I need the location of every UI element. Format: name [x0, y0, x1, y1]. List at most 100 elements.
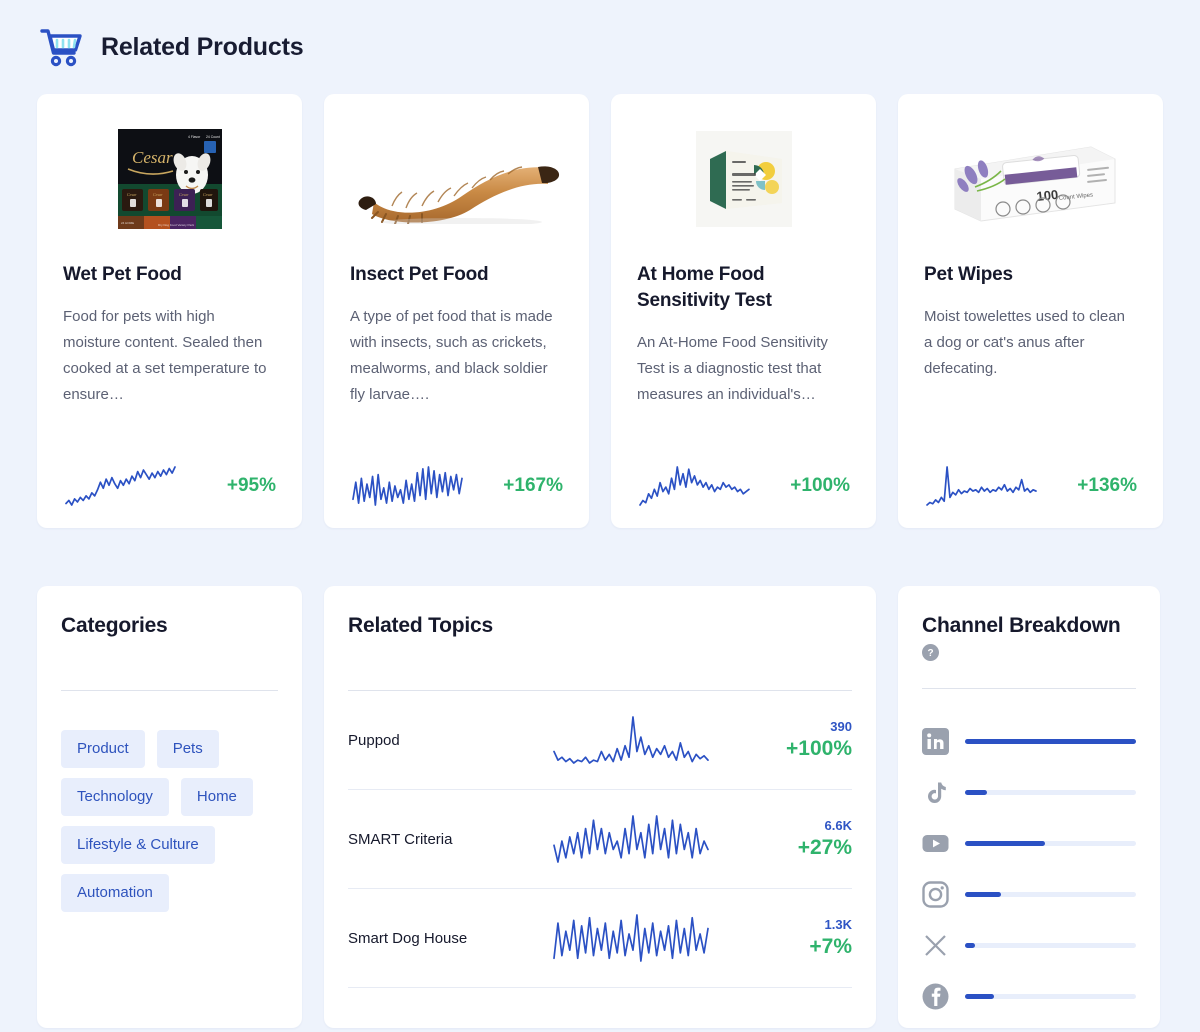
page-title: Related Products	[101, 33, 303, 62]
channel-bar-fill	[965, 943, 975, 948]
channel-bar-track	[965, 739, 1136, 744]
topic-name: SMART Criteria	[348, 831, 518, 848]
instagram-icon	[922, 881, 949, 908]
topic-sparkline	[551, 714, 711, 766]
related-topics-title: Related Topics	[348, 614, 852, 638]
product-stats: +95%	[63, 464, 276, 508]
category-tag-automation[interactable]: Automation	[61, 874, 169, 912]
product-growth: +136%	[1077, 475, 1137, 497]
topic-name: Puppod	[348, 732, 518, 749]
product-sparkline	[637, 464, 752, 508]
product-title: Wet Pet Food	[63, 262, 276, 288]
pet-wipes-pack-image: 100 Count Wipes	[941, 129, 1121, 229]
category-tag-product[interactable]: Product	[61, 730, 145, 768]
categories-panel: Categories Product Pets Technology Home …	[37, 586, 302, 1028]
categories-title: Categories	[61, 614, 278, 638]
channel-bar-track	[965, 994, 1136, 999]
topic-row[interactable]: Puppod 390 +100%	[348, 691, 852, 790]
tiktok-icon	[922, 779, 949, 806]
topic-sparkline	[551, 912, 711, 964]
topic-figures: 6.6K +27%	[744, 817, 852, 861]
x-twitter-icon	[922, 932, 949, 959]
channel-bar-track	[965, 841, 1136, 846]
product-card[interactable]: Insect Pet Food A type of pet food that …	[324, 94, 589, 528]
channel-row-youtube[interactable]	[922, 830, 1136, 857]
product-card[interactable]: At Home Food Sensitivity Test An At-Home…	[611, 94, 876, 528]
product-image-pet-wipes: 100 Count Wipes	[924, 118, 1137, 240]
product-stats: +167%	[350, 464, 563, 508]
categories-divider	[61, 690, 278, 691]
topic-name: Smart Dog House	[348, 930, 518, 947]
related-products-page: Related Products Cesar	[0, 0, 1200, 1032]
product-card[interactable]: 100 Count Wipes Pet Wipes Moist towelett…	[898, 94, 1163, 528]
category-tag-technology[interactable]: Technology	[61, 778, 169, 816]
product-description: Food for pets with high moisture content…	[63, 304, 276, 408]
topic-growth: +7%	[744, 934, 852, 960]
category-tag-list: Product Pets Technology Home Lifestyle &…	[61, 730, 278, 912]
svg-text:?: ?	[927, 648, 933, 659]
topic-volume: 390	[744, 718, 852, 736]
channel-bar-fill	[965, 994, 994, 999]
topic-figures: 1.3K +7%	[744, 916, 852, 960]
youtube-icon	[922, 830, 949, 857]
product-title: Insect Pet Food	[350, 262, 563, 288]
topic-sparkline	[551, 813, 711, 865]
channel-bar-fill	[965, 841, 1045, 846]
product-sparkline	[924, 464, 1039, 508]
topic-volume: 6.6K	[744, 817, 852, 835]
channel-bar-fill	[965, 739, 1136, 744]
product-title: At Home Food Sensitivity Test	[637, 262, 850, 314]
channel-breakdown-header: Channel Breakdown ?	[922, 614, 1136, 661]
topic-sparkline-wrap	[518, 912, 744, 964]
product-image-wet-pet-food: Cesar	[63, 118, 276, 240]
facebook-icon	[922, 983, 949, 1010]
category-tag-home[interactable]: Home	[181, 778, 253, 816]
channel-bar-track	[965, 892, 1136, 897]
channel-row-x[interactable]	[922, 932, 1136, 959]
topic-sparkline-wrap	[518, 813, 744, 865]
topic-volume: 1.3K	[744, 916, 852, 934]
product-stats: +100%	[637, 464, 850, 508]
product-image-food-sensitivity-test	[637, 118, 850, 240]
svg-text:Cesar: Cesar	[132, 148, 173, 167]
topic-growth: +27%	[744, 835, 852, 861]
topic-row[interactable]: Smart Dog House 1.3K +7%	[348, 889, 852, 988]
product-card[interactable]: Cesar	[37, 94, 302, 528]
product-growth: +167%	[503, 475, 563, 497]
product-description: A type of pet food that is made with ins…	[350, 304, 563, 408]
page-header: Related Products	[37, 0, 1163, 94]
channel-bar-track	[965, 790, 1136, 795]
product-growth: +100%	[790, 475, 850, 497]
test-kit-box-image	[696, 131, 792, 227]
topic-sparkline-wrap	[518, 714, 744, 766]
product-card-row: Cesar	[37, 94, 1163, 528]
channel-bar-fill	[965, 892, 1001, 897]
topic-figures: 390 +100%	[744, 718, 852, 762]
topic-row[interactable]: SMART Criteria 6.6K +27%	[348, 790, 852, 889]
svg-text:4 Flavor: 4 Flavor	[188, 135, 201, 139]
channel-bar-fill	[965, 790, 987, 795]
svg-text:Cesar: Cesar	[127, 192, 137, 197]
help-circle-icon[interactable]: ?	[922, 644, 939, 661]
category-tag-pets[interactable]: Pets	[157, 730, 219, 768]
product-growth: +95%	[227, 475, 276, 497]
svg-text:Cesar: Cesar	[203, 192, 213, 197]
channel-breakdown-divider	[922, 688, 1136, 689]
channel-breakdown-title: Channel Breakdown	[922, 614, 1136, 638]
svg-text:Dry Dog Food Variety Pack: Dry Dog Food Variety Pack	[158, 223, 195, 227]
mealworm-image	[352, 134, 562, 224]
svg-text:24 Count: 24 Count	[206, 135, 220, 139]
product-sparkline	[350, 464, 465, 508]
channel-row-instagram[interactable]	[922, 881, 1136, 908]
product-title: Pet Wipes	[924, 262, 1137, 288]
svg-text:24 HOME: 24 HOME	[121, 221, 134, 225]
channel-bar-track	[965, 943, 1136, 948]
product-image-insect-pet-food	[350, 118, 563, 240]
channel-row-tiktok[interactable]	[922, 779, 1136, 806]
channel-row-linkedin[interactable]	[922, 728, 1136, 755]
insights-row: Categories Product Pets Technology Home …	[37, 586, 1163, 1028]
channel-row-facebook[interactable]	[922, 983, 1136, 1010]
product-sparkline	[63, 464, 178, 508]
category-tag-lifestyle-culture[interactable]: Lifestyle & Culture	[61, 826, 215, 864]
channel-breakdown-panel: Channel Breakdown ?	[898, 586, 1160, 1028]
